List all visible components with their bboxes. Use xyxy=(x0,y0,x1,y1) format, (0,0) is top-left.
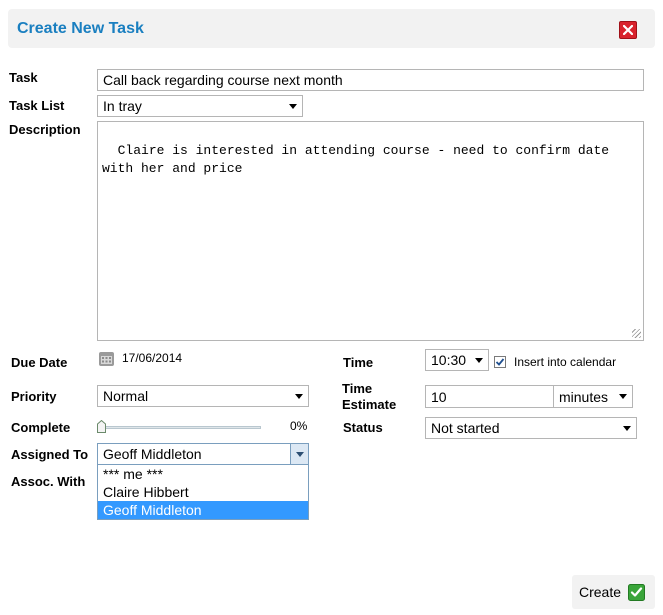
task-label: Task xyxy=(9,70,38,85)
complete-value: 0% xyxy=(290,419,308,433)
due-date-label: Due Date xyxy=(11,355,68,370)
time-estimate-label-line2: Estimate xyxy=(342,397,397,412)
description-textarea[interactable]: Claire is interested in attending course… xyxy=(97,121,644,341)
chevron-down-icon xyxy=(295,393,303,399)
time-value: 10:30 xyxy=(431,352,467,368)
chevron-down-icon xyxy=(619,394,627,399)
slider-thumb-icon[interactable] xyxy=(97,419,106,433)
time-estimate-label: Time Estimate xyxy=(342,381,396,413)
complete-label: Complete xyxy=(11,420,71,435)
description-label: Description xyxy=(9,122,81,137)
task-list-select[interactable]: In tray xyxy=(97,95,303,117)
status-select[interactable]: Not started xyxy=(425,417,637,439)
task-list-label: Task List xyxy=(9,98,65,113)
close-button[interactable] xyxy=(619,21,637,39)
calendar-icon[interactable] xyxy=(98,350,115,367)
assigned-to-label: Assigned To xyxy=(11,447,89,462)
dropdown-option-me[interactable]: *** me *** xyxy=(98,465,308,483)
chevron-down-icon xyxy=(295,451,304,457)
resize-grip-icon[interactable] xyxy=(632,329,641,338)
checkmark-icon xyxy=(495,358,505,366)
dropdown-option-geoff-middleton[interactable]: Geoff Middleton xyxy=(98,501,308,519)
checkmark-icon xyxy=(628,584,645,601)
close-icon xyxy=(623,25,633,35)
time-estimate-unit: minutes xyxy=(559,388,609,405)
time-estimate-label-line1: Time xyxy=(342,381,373,396)
insert-calendar-checkbox[interactable] xyxy=(494,356,506,368)
assigned-to-select[interactable]: Geoff Middleton xyxy=(97,443,309,465)
dropdown-option-claire-hibbert[interactable]: Claire Hibbert xyxy=(98,483,308,501)
task-input-value: Call back regarding course next month xyxy=(103,72,343,88)
dialog-title: Create New Task xyxy=(17,20,144,37)
dropdown-toggle[interactable] xyxy=(290,444,308,464)
create-label: Create xyxy=(579,584,622,600)
chevron-down-icon xyxy=(475,357,483,363)
chevron-down-icon xyxy=(289,103,297,109)
assigned-to-dropdown-list: *** me *** Claire Hibbert Geoff Middleto… xyxy=(97,464,309,520)
create-button[interactable]: Create xyxy=(572,575,655,609)
priority-label: Priority xyxy=(11,389,57,404)
assigned-to-value: Geoff Middleton xyxy=(103,446,202,462)
complete-slider-track[interactable] xyxy=(101,426,261,429)
time-select[interactable]: 10:30 xyxy=(425,349,489,371)
chevron-down-icon xyxy=(623,425,631,431)
status-label: Status xyxy=(343,420,383,435)
task-list-value: In tray xyxy=(103,98,142,114)
time-label: Time xyxy=(343,355,374,370)
priority-select[interactable]: Normal xyxy=(97,385,309,407)
time-estimate-input[interactable]: 10 xyxy=(425,385,554,408)
assoc-with-label: Assoc. With xyxy=(11,474,86,489)
insert-calendar-label: Insert into calendar xyxy=(514,355,617,369)
priority-value: Normal xyxy=(103,388,149,404)
due-date-value[interactable]: 17/06/2014 xyxy=(122,351,182,365)
time-estimate-value: 10 xyxy=(431,388,447,405)
task-input[interactable]: Call back regarding course next month xyxy=(97,69,644,91)
description-value: Claire is interested in attending course… xyxy=(102,143,610,176)
time-estimate-unit-select[interactable]: minutes xyxy=(553,385,633,408)
status-value: Not started xyxy=(431,420,500,436)
